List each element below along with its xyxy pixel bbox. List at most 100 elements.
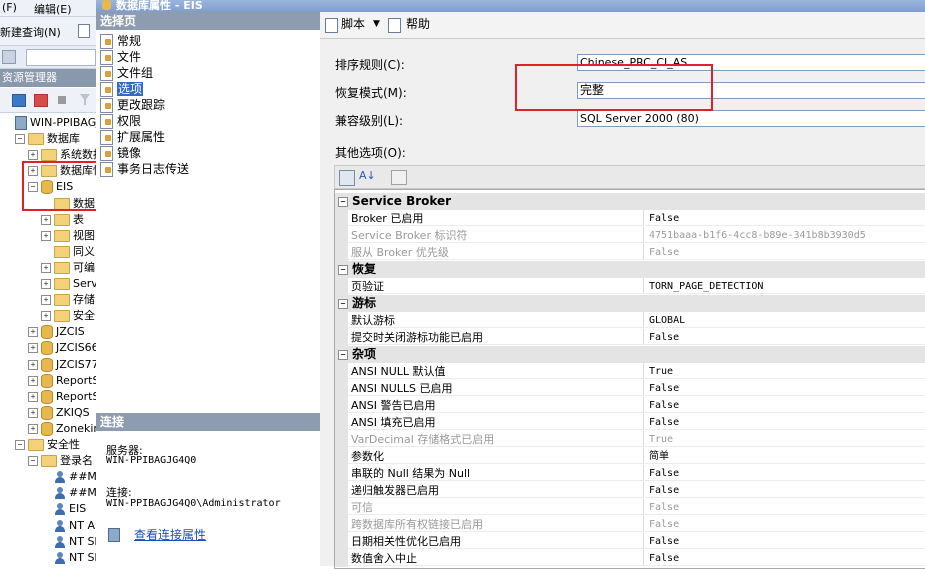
expand-icon[interactable]: + <box>28 391 38 402</box>
tree-node[interactable]: + 安全 <box>41 308 95 324</box>
disconnect-icon[interactable] <box>34 94 48 107</box>
grid-row[interactable]: 服从 Broker 优先级 False <box>335 244 925 261</box>
grid-property-value[interactable]: False <box>645 414 925 430</box>
expand-icon[interactable]: + <box>41 230 51 241</box>
grid-property-value[interactable]: False <box>645 329 925 345</box>
expand-icon[interactable]: + <box>28 423 38 434</box>
tree-node[interactable]: + JZCIS666 <box>28 340 96 356</box>
help-button[interactable]: 帮助 <box>406 16 430 32</box>
connect-object-explorer-icon[interactable] <box>12 94 26 107</box>
expand-icon[interactable]: + <box>28 150 38 161</box>
tree-node[interactable]: EIS <box>41 501 86 517</box>
collapse-icon[interactable]: − <box>338 196 348 207</box>
connect-icon[interactable] <box>2 50 16 64</box>
tree-node[interactable]: WIN-PPIBAGJG4Q0 <box>2 115 96 131</box>
alphabetical-icon[interactable]: A↓ <box>359 169 376 182</box>
expand-icon[interactable]: + <box>41 214 51 225</box>
expand-icon[interactable]: + <box>41 262 51 273</box>
script-button[interactable]: 脚本 <box>341 16 365 32</box>
grid-property-value[interactable]: False <box>645 397 925 413</box>
tree-node[interactable]: ##MS_ <box>41 485 96 501</box>
page-item[interactable]: 文件 <box>100 49 141 65</box>
page-item[interactable]: 更改跟踪 <box>100 97 165 113</box>
collapse-icon[interactable]: − <box>15 440 25 450</box>
expand-icon[interactable]: + <box>41 279 51 289</box>
grid-row[interactable]: VarDecimal 存储格式已启用 True <box>335 431 925 448</box>
grid-row[interactable]: ANSI NULL 默认值 True <box>335 363 925 380</box>
grid-row[interactable]: 默认游标 GLOBAL <box>335 312 925 329</box>
expand-icon[interactable]: + <box>28 327 38 338</box>
page-item[interactable]: 文件组 <box>100 65 153 81</box>
grid-property-value[interactable]: False <box>645 499 925 515</box>
grid-row[interactable]: 串联的 Null 结果为 Null False <box>335 465 925 482</box>
grid-row[interactable]: 递归触发器已启用 False <box>335 482 925 499</box>
tree-node[interactable]: + JZCIS777 <box>28 357 96 373</box>
collapse-icon[interactable]: − <box>28 456 38 467</box>
grid-category[interactable]: − 恢复 <box>335 261 925 278</box>
expand-icon[interactable]: + <box>28 375 38 386</box>
script-dropdown-arrow-icon[interactable]: ▼ <box>373 16 380 32</box>
collapse-icon[interactable]: − <box>338 264 348 275</box>
menu-file[interactable]: (F) <box>2 1 17 14</box>
tree-node[interactable]: − 登录名 <box>28 453 93 469</box>
grid-property-value[interactable]: False <box>645 516 925 532</box>
grid-row[interactable]: Broker 已启用 False <box>335 210 925 227</box>
tree-node[interactable]: − 数据库 <box>15 131 80 147</box>
grid-property-value[interactable]: False <box>645 533 925 549</box>
grid-property-value[interactable]: 简单 <box>645 448 925 464</box>
grid-property-value[interactable]: False <box>645 244 925 260</box>
page-item[interactable]: 扩展属性 <box>100 129 165 145</box>
tree-node[interactable]: NT SE <box>41 550 96 566</box>
grid-category[interactable]: − Service Broker <box>335 193 925 210</box>
grid-property-value[interactable]: False <box>645 465 925 481</box>
grid-property-value[interactable]: False <box>645 210 925 226</box>
database-dropdown[interactable] <box>26 49 96 66</box>
grid-row[interactable]: 提交时关闭游标功能已启用 False <box>335 329 925 346</box>
tree-node[interactable]: + ReportSe <box>28 389 96 405</box>
tree-node[interactable]: + ZKIQS <box>28 405 90 421</box>
grid-row[interactable]: 页验证 TORN_PAGE_DETECTION <box>335 278 925 295</box>
page-item[interactable]: 镜像 <box>100 145 141 161</box>
grid-row[interactable]: 跨数据库所有权链接已启用 False <box>335 516 925 533</box>
expand-icon[interactable]: + <box>41 295 51 306</box>
compatibility-level-dropdown[interactable]: SQL Server 2000 (80) <box>577 110 925 127</box>
tree-node[interactable]: + JZCIS <box>28 324 85 340</box>
grid-property-value[interactable]: False <box>645 482 925 498</box>
menu-edit[interactable]: 编辑(E) <box>34 1 72 17</box>
tree-node[interactable]: + ReportSe <box>28 373 96 389</box>
collapse-icon[interactable]: − <box>15 134 25 145</box>
new-query-button[interactable]: 新建查询(N) <box>0 24 61 40</box>
grid-property-value[interactable]: 4751baaa-b1f6-4cc8-b89e-341b8b3930d5 <box>645 227 925 243</box>
tree-node[interactable]: ##MS_ <box>41 469 96 485</box>
tree-node[interactable]: + 可编i <box>41 260 96 276</box>
expand-icon[interactable]: + <box>28 407 38 418</box>
collapse-icon[interactable]: − <box>338 298 348 309</box>
grid-property-value[interactable]: GLOBAL <box>645 312 925 328</box>
tree-node[interactable]: + Zoneking <box>28 421 96 437</box>
tree-node[interactable]: NT AU <box>41 518 96 534</box>
grid-category[interactable]: − 杂项 <box>335 346 925 363</box>
grid-property-value[interactable]: False <box>645 380 925 396</box>
page-item[interactable]: 权限 <box>100 113 141 129</box>
grid-property-value[interactable]: TORN_PAGE_DETECTION <box>645 278 925 294</box>
expand-icon[interactable]: + <box>28 359 38 370</box>
tree-node[interactable]: 同义i <box>41 244 96 260</box>
expand-icon[interactable]: + <box>41 311 51 322</box>
view-connection-properties-link[interactable]: 查看连接属性 <box>134 526 206 543</box>
categorized-icon[interactable] <box>339 170 355 186</box>
tree-node[interactable]: NT SE <box>41 534 96 550</box>
grid-row[interactable]: 可信 False <box>335 499 925 516</box>
grid-property-value[interactable]: False <box>645 550 925 566</box>
grid-category[interactable]: − 游标 <box>335 295 925 312</box>
new-file-icon[interactable] <box>78 24 90 38</box>
page-item[interactable]: 事务日志传送 <box>100 161 189 177</box>
collapse-icon[interactable]: − <box>338 349 348 360</box>
grid-row[interactable]: ANSI NULLS 已启用 False <box>335 380 925 397</box>
grid-row[interactable]: 数值舍入中止 False <box>335 550 925 567</box>
stop-icon[interactable] <box>58 96 66 104</box>
grid-row[interactable]: Service Broker 标识符 4751baaa-b1f6-4cc8-b89… <box>335 227 925 244</box>
tree-node[interactable]: + 表 <box>41 212 84 228</box>
property-pages-icon[interactable] <box>391 170 407 185</box>
tree-node[interactable]: + Servi <box>41 276 96 292</box>
page-item[interactable]: 选项 <box>100 81 144 97</box>
